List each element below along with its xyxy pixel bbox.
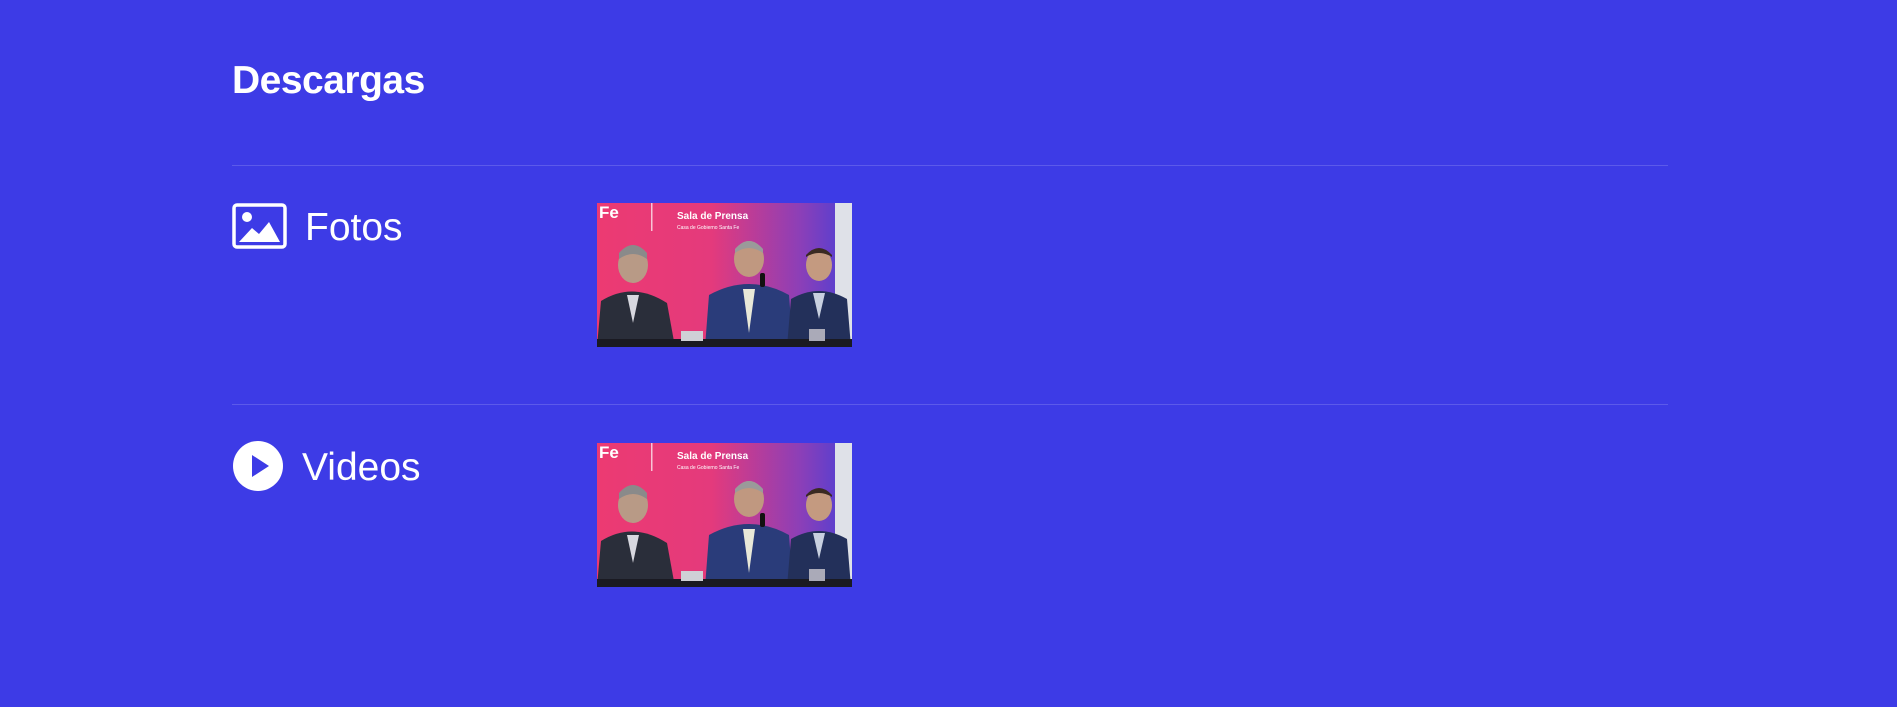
videos-label: Videos bbox=[302, 446, 421, 489]
svg-text:Fe: Fe bbox=[599, 443, 619, 462]
photos-row-label: Fotos bbox=[232, 202, 403, 254]
play-circle-icon bbox=[232, 440, 284, 497]
image-icon bbox=[232, 202, 287, 254]
divider bbox=[232, 404, 1668, 405]
videos-row-label: Videos bbox=[232, 440, 421, 497]
photos-thumbnail[interactable]: Fe Sala de Prensa Casa de Gobierno Santa… bbox=[597, 203, 852, 347]
svg-text:Fe: Fe bbox=[599, 203, 619, 222]
divider bbox=[232, 165, 1668, 166]
photos-label: Fotos bbox=[305, 206, 403, 249]
svg-text:Casa de Gobierno Santa Fe: Casa de Gobierno Santa Fe bbox=[677, 225, 739, 231]
svg-text:Sala de Prensa: Sala de Prensa bbox=[677, 211, 749, 222]
videos-thumbnail[interactable]: Fe Sala de Prensa Casa de Gobierno Santa… bbox=[597, 443, 852, 587]
svg-text:Sala de Prensa: Sala de Prensa bbox=[677, 451, 749, 462]
section-title: Descargas bbox=[232, 59, 425, 102]
downloads-section: Descargas Fotos Fe Sala de Prensa Casa d… bbox=[0, 0, 1897, 707]
svg-text:Casa de Gobierno Santa Fe: Casa de Gobierno Santa Fe bbox=[677, 465, 739, 471]
